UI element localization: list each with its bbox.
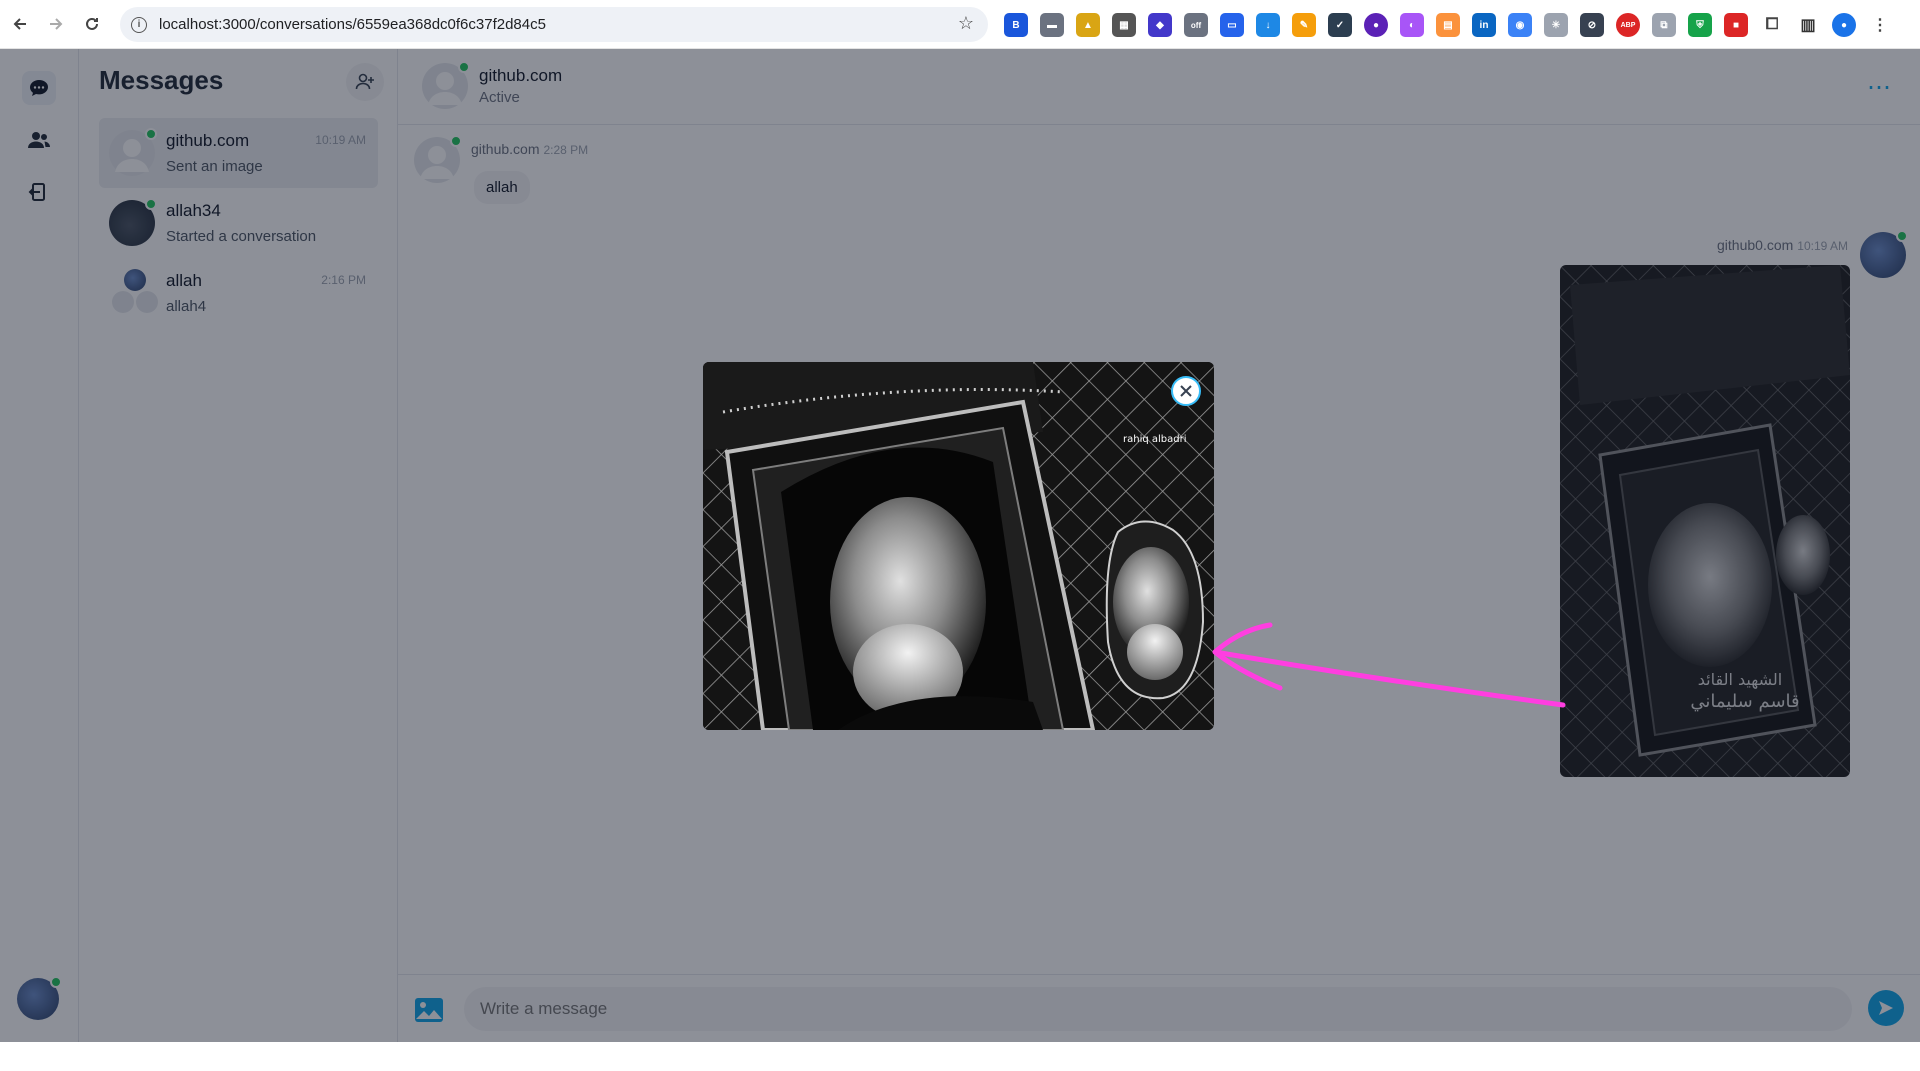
side-panel-icon[interactable]: ▥ xyxy=(1796,13,1820,37)
download-extension-icon[interactable]: ↓ xyxy=(1256,13,1280,37)
browser-toolbar: i localhost:3000/conversations/6559ea368… xyxy=(0,0,1920,49)
extensions-bar: B ▬ ▲ ▦ ◆ off ▭ ↓ ✎ ✓ ● ◐ ▤ in ◉ ✳ ⊘ ABP… xyxy=(1004,13,1892,37)
image-viewer-modal: rahiq albadri xyxy=(703,362,1214,730)
extension-off-icon[interactable]: off xyxy=(1184,13,1208,37)
close-icon xyxy=(1180,385,1192,397)
extension-icon[interactable]: ■ xyxy=(1724,13,1748,37)
browser-menu-icon[interactable]: ⋮ xyxy=(1868,13,1892,37)
adblock-icon[interactable]: ABP xyxy=(1616,13,1640,37)
extension-icon[interactable]: ✓ xyxy=(1328,13,1352,37)
extensions-puzzle-icon[interactable]: ⧠ xyxy=(1760,13,1784,37)
enlarged-image: rahiq albadri xyxy=(703,362,1214,730)
url-text: localhost:3000/conversations/6559ea368dc… xyxy=(159,16,546,33)
extension-icon[interactable]: ▲ xyxy=(1076,13,1100,37)
extension-icon[interactable]: ▬ xyxy=(1040,13,1064,37)
profile-icon[interactable]: ● xyxy=(1832,13,1856,37)
extension-icon[interactable]: ⊘ xyxy=(1580,13,1604,37)
extension-icon[interactable]: ▤ xyxy=(1436,13,1460,37)
site-info-icon[interactable]: i xyxy=(131,16,147,33)
extension-icon[interactable]: B xyxy=(1004,13,1028,37)
extension-icon[interactable]: ● xyxy=(1364,13,1388,37)
forward-icon[interactable] xyxy=(44,12,68,36)
extension-icon[interactable]: ⧉ xyxy=(1652,13,1676,37)
extension-icon[interactable]: ▭ xyxy=(1220,13,1244,37)
extension-icon[interactable]: ◉ xyxy=(1508,13,1532,37)
image-watermark: rahiq albadri xyxy=(1123,434,1187,445)
extension-icon[interactable]: ✎ xyxy=(1292,13,1316,37)
shield-icon[interactable]: ⛨ xyxy=(1688,13,1712,37)
extension-icon[interactable]: ▦ xyxy=(1112,13,1136,37)
extension-icon[interactable]: ◆ xyxy=(1148,13,1172,37)
bookmark-star-icon[interactable]: ☆ xyxy=(958,13,974,34)
close-modal-button[interactable] xyxy=(1171,376,1201,406)
address-bar[interactable]: i localhost:3000/conversations/6559ea368… xyxy=(120,7,988,42)
extension-icon[interactable]: ✳ xyxy=(1544,13,1568,37)
extension-icon[interactable]: ◐ xyxy=(1400,13,1424,37)
linkedin-icon[interactable]: in xyxy=(1472,13,1496,37)
reload-icon[interactable] xyxy=(80,12,104,36)
back-icon[interactable] xyxy=(8,12,32,36)
